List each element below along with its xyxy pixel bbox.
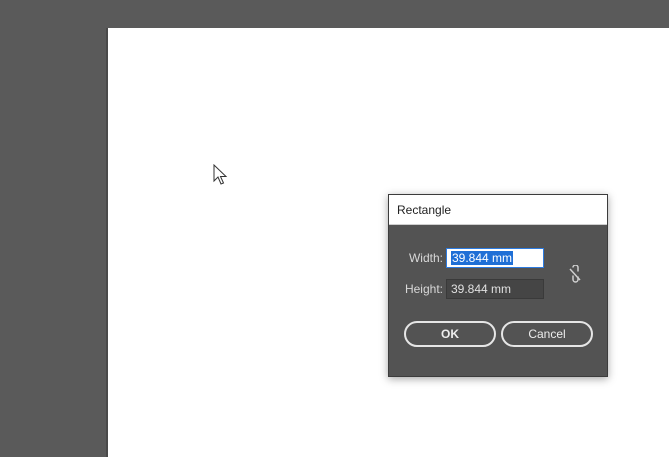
ok-button[interactable]: OK xyxy=(404,321,496,347)
cancel-button[interactable]: Cancel xyxy=(501,321,593,347)
rectangle-dialog: Rectangle Width: 39.844 mm Height: 39.84… xyxy=(388,194,608,377)
broken-link-icon[interactable] xyxy=(567,265,583,283)
arrow-cursor-icon xyxy=(213,164,228,185)
width-input-value: 39.844 mm xyxy=(451,251,514,265)
width-input[interactable]: 39.844 mm xyxy=(446,248,544,268)
width-label: Width: xyxy=(408,251,443,265)
dialog-title: Rectangle xyxy=(389,195,607,225)
height-label: Height: xyxy=(404,282,443,296)
height-input[interactable]: 39.844 mm xyxy=(446,279,544,299)
